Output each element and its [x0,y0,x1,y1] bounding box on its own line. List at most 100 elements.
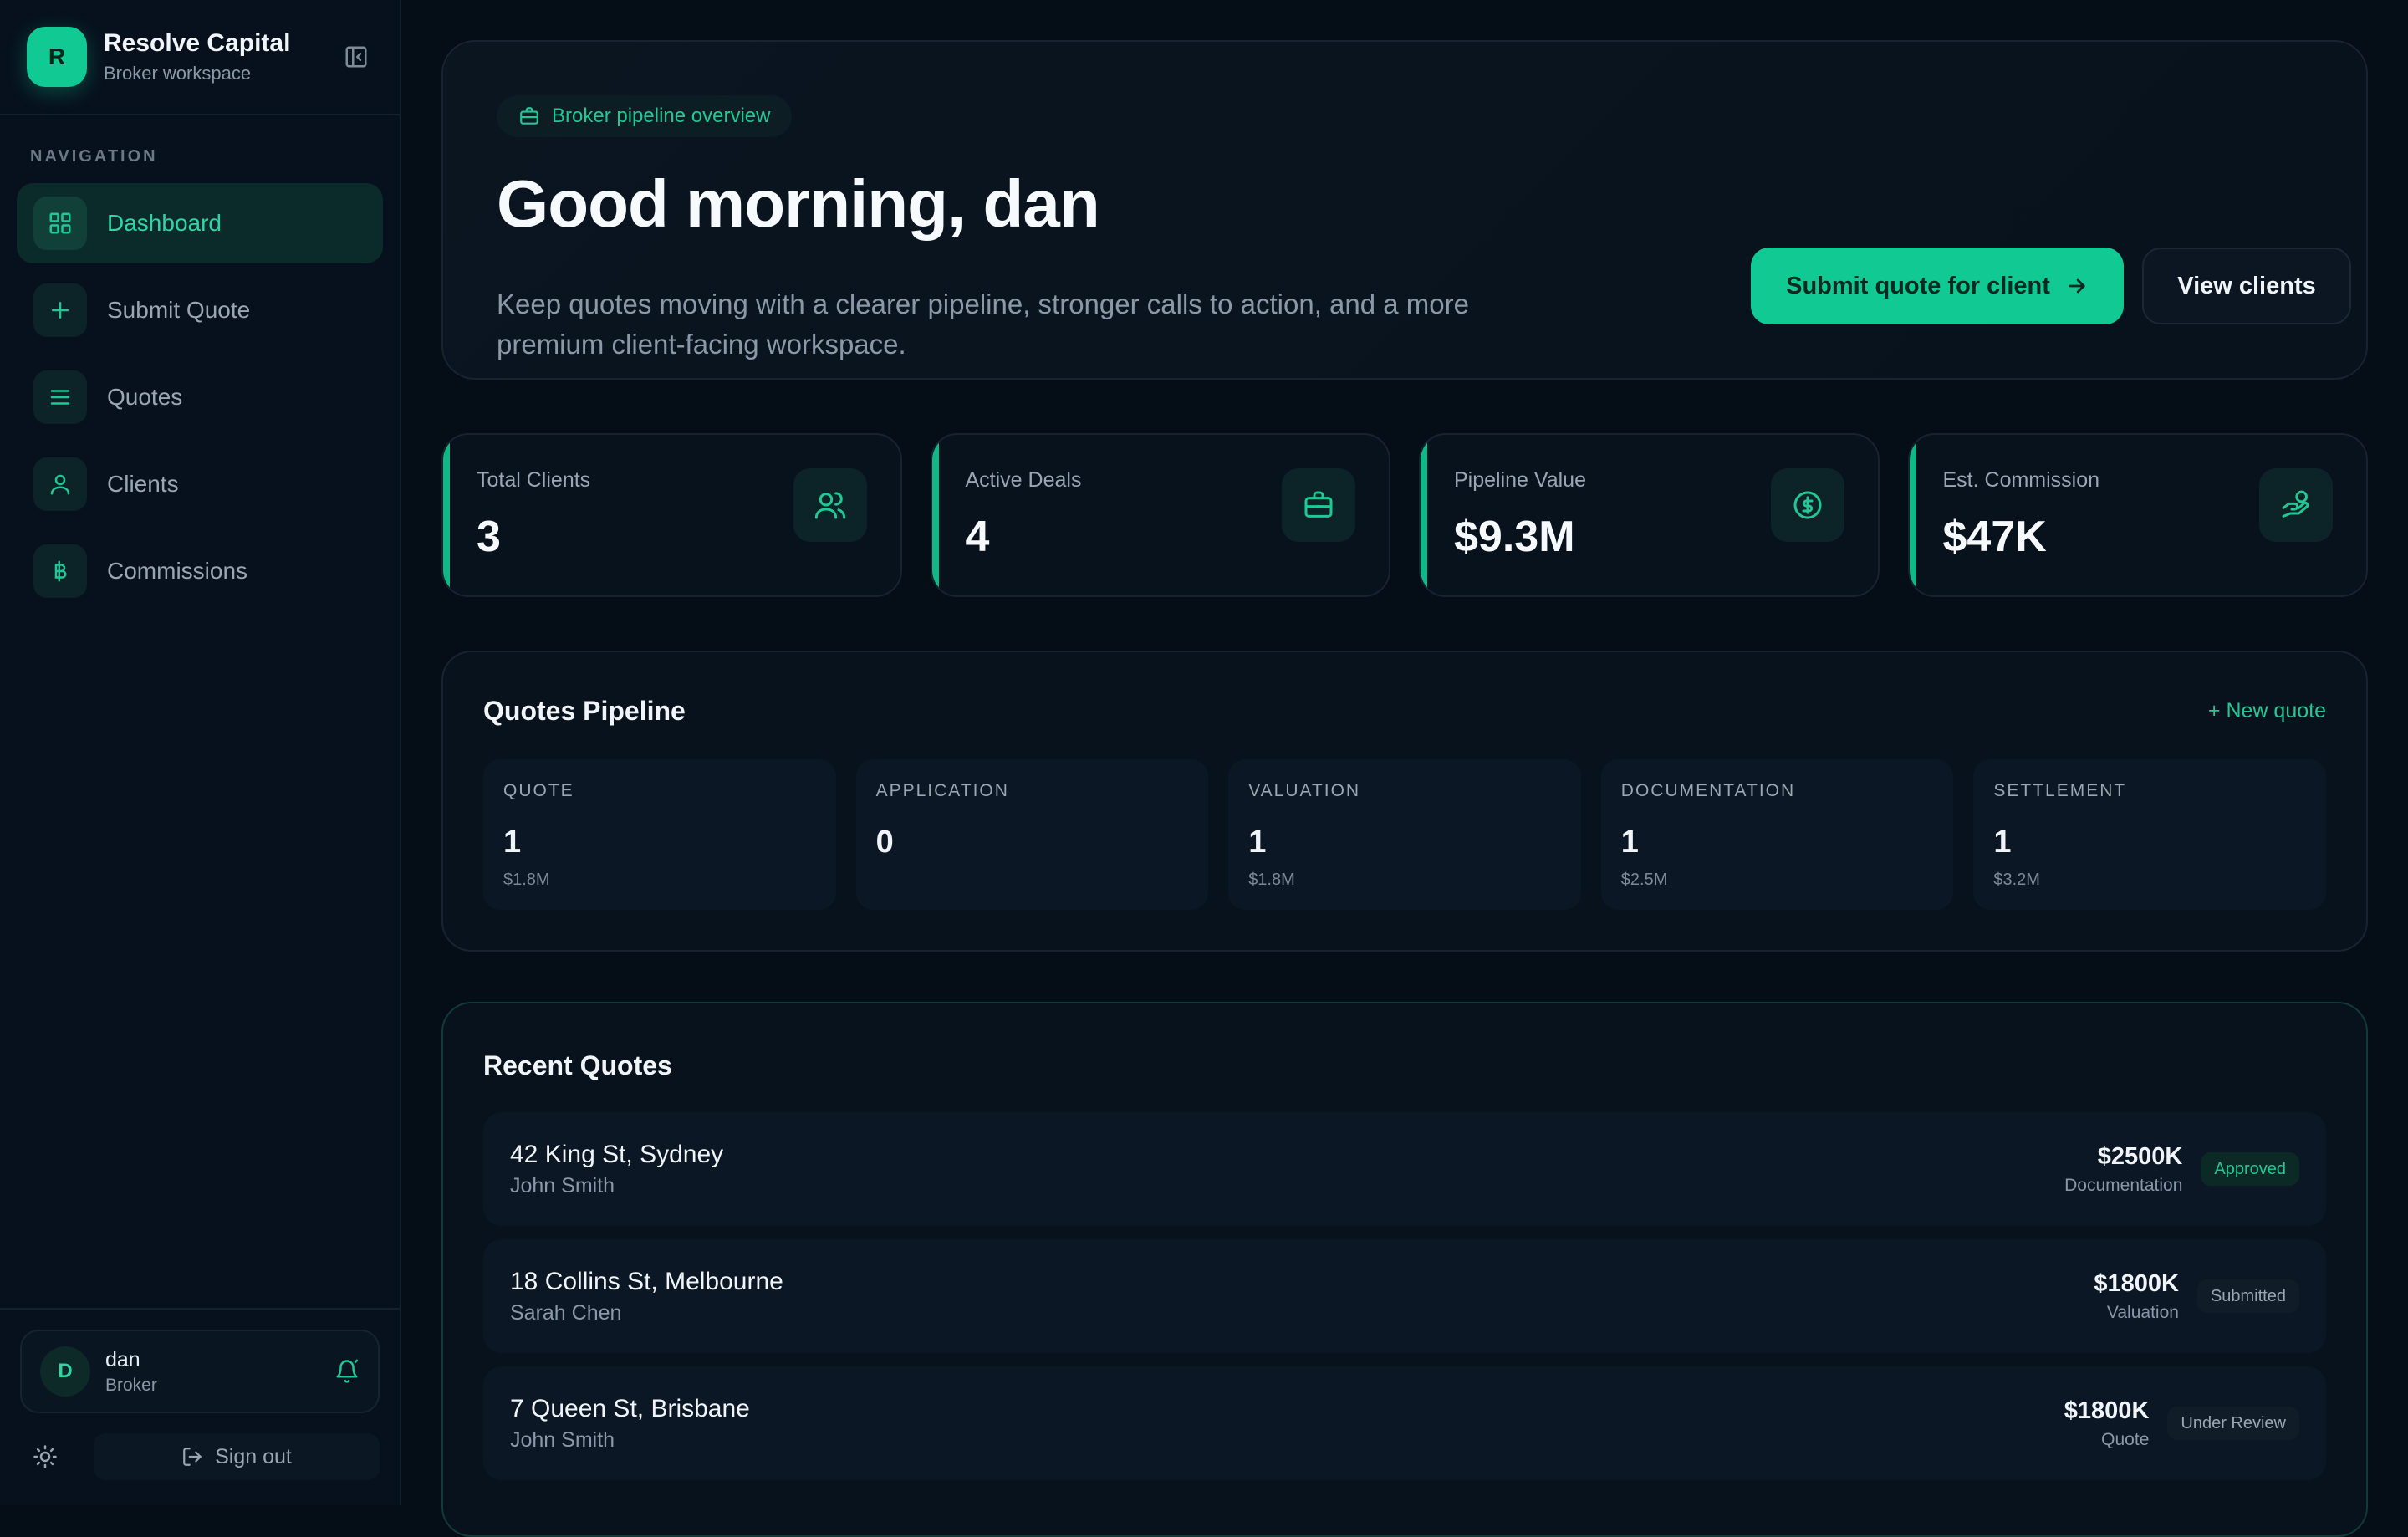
stats-row: Total Clients 3 Active Deals 4 Pipeline … [441,433,2368,597]
sidebar-item-label: Submit Quote [107,297,251,323]
sidebar-item-label: Clients [107,471,179,497]
brand-logo: R [27,27,87,87]
hero-panel: Broker pipeline overview Good morning, d… [441,40,2368,380]
stage-amount: $1.8M [503,871,550,889]
quote-client: Sarah Chen [510,1300,622,1325]
quote-address: 42 King St, Sydney [510,1140,724,1168]
pipeline-stage-application[interactable]: APPLICATION 0 [855,759,1209,910]
stat-label: Total Clients [477,468,591,492]
pipeline-stage-quote[interactable]: QUOTE 1 $1.8M [483,759,836,910]
stat-label: Pipeline Value [1454,468,1586,492]
list-item[interactable]: 7 Queen St, Brisbane John Smith $1800K Q… [483,1366,2326,1480]
new-quote-link[interactable]: + New quote [2208,699,2326,723]
sign-out-label: Sign out [215,1444,292,1468]
currency-icon [33,544,87,598]
hand-coins-icon [2259,468,2333,542]
page-title: Good morning, dan [497,166,1100,241]
stage-count: 0 [875,825,894,860]
pipeline-stage-settlement[interactable]: SETTLEMENT 1 $3.2M [1973,759,2326,910]
stat-card-est-commission: Est. Commission $47K [1907,433,2368,597]
brand-header: R Resolve Capital Broker workspace [0,0,400,115]
stage-amount: $3.2M [1993,871,2040,889]
quote-list: 42 King St, Sydney John Smith $2500K Doc… [483,1112,2326,1494]
pipeline-stage-valuation[interactable]: VALUATION 1 $1.8M [1228,759,1581,910]
sidebar-item-label: Quotes [107,384,183,410]
user-card[interactable]: D dan Broker [20,1330,380,1413]
quotes-pipeline-panel: Quotes Pipeline + New quote QUOTE 1 $1.8… [441,651,2368,952]
stage-amount: $2.5M [1620,871,1668,889]
stage-name: DOCUMENTATION [1620,781,1796,800]
hero-chip-label: Broker pipeline overview [552,105,771,127]
user-name: dan [105,1347,140,1371]
user-role: Broker [105,1375,157,1395]
sidebar-item-label: Commissions [107,558,248,584]
recent-quotes-panel: Recent Quotes 42 King St, Sydney John Sm… [441,1002,2368,1537]
stage-name: SETTLEMENT [1993,781,2127,800]
sidebar-item-label: Dashboard [107,210,222,236]
stat-value: 4 [965,513,990,561]
recent-quotes-title: Recent Quotes [483,1050,672,1080]
sidebar-item-submit-quote[interactable]: Submit Quote [17,270,383,350]
grid-icon [33,197,87,250]
view-clients-button[interactable]: View clients [2142,248,2351,324]
quote-amount: $2500K [2097,1142,2183,1170]
sign-out-button[interactable]: Sign out [94,1433,380,1480]
quote-stage: Quote [2101,1429,2150,1449]
users-icon [793,468,867,542]
arrow-right-icon [2065,274,2089,298]
sidebar: R Resolve Capital Broker workspace NAVIG… [0,0,401,1505]
briefcase-icon [1282,468,1355,542]
stage-amount: $1.8M [1248,871,1295,889]
sidebar-item-dashboard[interactable]: Dashboard [17,183,383,263]
quote-amount: $1800K [2064,1397,2150,1424]
hero-description: Keep quotes moving with a clearer pipeli… [497,289,1469,360]
stat-value: 3 [477,513,501,561]
brand-name: Resolve Capital [104,29,291,57]
stage-count: 1 [503,825,522,860]
status-badge: Submitted [2196,1279,2299,1313]
stat-value: $47K [1942,513,2047,561]
bell-icon[interactable] [334,1359,360,1384]
quote-client: John Smith [510,1427,615,1452]
stat-card-total-clients: Total Clients 3 [441,433,902,597]
stat-card-pipeline-value: Pipeline Value $9.3M [1419,433,1880,597]
list-item[interactable]: 18 Collins St, Melbourne Sarah Chen $180… [483,1239,2326,1353]
stage-name: VALUATION [1248,781,1361,800]
briefcase-icon [518,105,540,127]
stat-label: Active Deals [965,468,1082,492]
quote-address: 18 Collins St, Melbourne [510,1267,783,1295]
user-icon [33,457,87,511]
list-item[interactable]: 42 King St, Sydney John Smith $2500K Doc… [483,1112,2326,1226]
collapse-sidebar-icon[interactable] [339,40,373,74]
nav-section-label: NAVIGATION [30,147,158,166]
brand-subtitle: Broker workspace [104,63,252,84]
sidebar-footer: D dan Broker Sign out [0,1308,400,1505]
stage-name: QUOTE [503,781,574,800]
dollar-circle-icon [1770,468,1844,542]
sidebar-item-clients[interactable]: Clients [17,444,383,524]
quote-stage: Documentation [2064,1175,2183,1195]
sidebar-item-commissions[interactable]: Commissions [17,531,383,611]
sidebar-nav: Dashboard Submit Quote Quotes Clients Co… [0,183,400,611]
quote-stage: Valuation [2106,1302,2179,1322]
stage-count: 1 [1993,825,2012,860]
sidebar-item-quotes[interactable]: Quotes [17,357,383,437]
quote-client: John Smith [510,1173,615,1197]
hero-chip: Broker pipeline overview [497,95,793,137]
stat-value: $9.3M [1454,513,1575,561]
plus-icon [33,283,87,337]
stat-label: Est. Commission [1942,468,2100,492]
status-badge: Approved [2201,1152,2299,1186]
sun-icon[interactable] [20,1433,70,1480]
submit-quote-label: Submit quote for client [1786,272,2050,299]
avatar: D [40,1346,90,1397]
quote-address: 7 Queen St, Brisbane [510,1394,750,1422]
stage-name: APPLICATION [875,781,1009,800]
quote-amount: $1800K [2094,1269,2179,1297]
submit-quote-button[interactable]: Submit quote for client [1751,248,2124,324]
pipeline-stages: QUOTE 1 $1.8M APPLICATION 0 VALUATION 1 … [483,759,2326,910]
main-content: Broker pipeline overview Good morning, d… [403,0,2408,1537]
stage-count: 1 [1620,825,1639,860]
stat-card-active-deals: Active Deals 4 [930,433,1390,597]
pipeline-stage-documentation[interactable]: DOCUMENTATION 1 $2.5M [1600,759,1954,910]
